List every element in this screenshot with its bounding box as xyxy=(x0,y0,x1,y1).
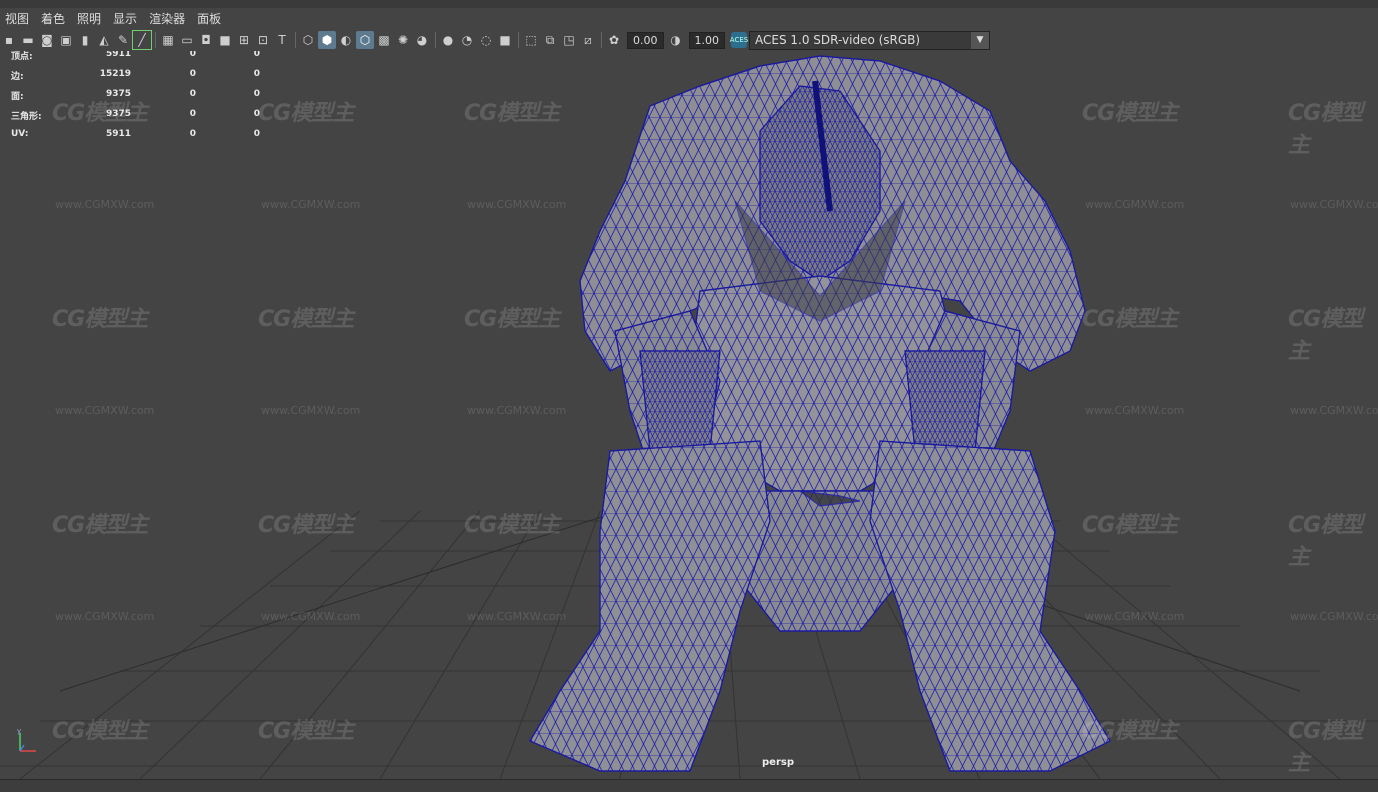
depth-of-field-icon[interactable]: ■ xyxy=(496,31,514,49)
hud-label: 三角形: xyxy=(11,112,42,122)
xray-joints-icon[interactable]: ◳ xyxy=(560,31,578,49)
grease-pencil-icon[interactable]: ✎ xyxy=(114,31,132,49)
toolbar-divider xyxy=(295,32,296,48)
safe-title-icon[interactable]: T xyxy=(273,31,291,49)
use-all-lights-icon[interactable]: ✺ xyxy=(394,31,412,49)
xray-icon[interactable]: ⧉ xyxy=(541,31,559,49)
menu-shading[interactable]: 着色 xyxy=(36,10,72,27)
wireframe-on-shaded-icon[interactable]: ⬡ xyxy=(356,31,374,49)
hud-value: 9375 xyxy=(105,89,131,99)
toolbar-divider xyxy=(155,32,156,48)
hud-value: 5911 xyxy=(105,129,131,139)
hud-row-faces: 面: 9375 0 0 xyxy=(11,89,260,103)
hud-label: 边: xyxy=(11,72,24,82)
camera-name-label: persp xyxy=(762,757,794,768)
hud-row-vertices: 顶点: 5911 0 0 xyxy=(11,51,260,63)
camera-attributes-icon[interactable]: ▬ xyxy=(19,31,37,49)
view-transform-dropdown[interactable]: ACES 1.0 SDR-video (sRGB) ▼ xyxy=(749,30,990,50)
film-gate-icon[interactable]: ▭ xyxy=(178,31,196,49)
hud-label: UV: xyxy=(11,129,29,139)
resolution-gate-icon[interactable]: ◘ xyxy=(197,31,215,49)
perspective-viewport[interactable]: CG模型主 CG模型主 CG模型主 CG模型主 CG模型主 CG模型主 CG模型… xyxy=(0,51,1378,779)
wireframe-icon[interactable]: ⬡ xyxy=(299,31,317,49)
safe-action-icon[interactable]: ⊡ xyxy=(254,31,272,49)
view-transform-value: ACES 1.0 SDR-video (sRGB) xyxy=(755,33,921,47)
hud-label: 面: xyxy=(11,92,24,102)
exposure-icon[interactable]: ✿ xyxy=(605,31,623,49)
gamma-field[interactable]: 1.00 xyxy=(688,31,725,49)
viewport-scene xyxy=(0,55,1378,779)
exposure-field[interactable]: 0.00 xyxy=(627,31,664,49)
creature-mesh xyxy=(529,55,1111,772)
textured-icon[interactable]: ▩ xyxy=(375,31,393,49)
two-d-pan-zoom-icon[interactable]: ╱ xyxy=(132,30,152,50)
hud-row-triangles: 三角形: 9375 0 0 xyxy=(11,109,260,123)
hud-value: 15219 xyxy=(99,69,131,79)
toolbar-divider xyxy=(435,32,436,48)
window-bottom-strip xyxy=(0,779,1378,792)
menu-show[interactable]: 显示 xyxy=(108,10,144,27)
hud-row-edges: 边: 15219 0 0 xyxy=(11,69,260,83)
hud-value: 0 xyxy=(253,69,260,79)
field-chart-icon[interactable]: ⊞ xyxy=(235,31,253,49)
bookmark-icon[interactable]: ◙ xyxy=(38,31,56,49)
select-camera-icon[interactable]: ▪ xyxy=(0,31,18,49)
xray-active-components-icon[interactable]: ⧄ xyxy=(579,31,597,49)
smooth-shade-icon[interactable]: ⬢ xyxy=(318,31,336,49)
isolate-select-icon[interactable]: ⬚ xyxy=(522,31,540,49)
hud-value: 0 xyxy=(189,89,196,99)
menu-renderer[interactable]: 渲染器 xyxy=(144,10,192,27)
gate-mask-icon[interactable]: ■ xyxy=(216,31,234,49)
screen-space-ao-icon[interactable]: ● xyxy=(439,31,457,49)
hud-value: 5911 xyxy=(105,51,131,59)
menu-lighting[interactable]: 照明 xyxy=(72,10,108,27)
menu-view[interactable]: 视图 xyxy=(0,10,36,27)
image-plane-icon[interactable]: ◭ xyxy=(95,31,113,49)
svg-text:y: y xyxy=(17,727,21,735)
hud-value: 0 xyxy=(253,129,260,139)
hud-value: 0 xyxy=(253,89,260,99)
hud-label: 顶点: xyxy=(11,52,33,62)
gamma-icon[interactable]: ◑ xyxy=(667,31,685,49)
hud-value: 0 xyxy=(189,129,196,139)
shadows-icon[interactable]: ◕ xyxy=(413,31,431,49)
multisample-aa-icon[interactable]: ◌ xyxy=(477,31,495,49)
hud-row-uvs: UV: 5911 0 0 xyxy=(11,129,260,143)
hud-value: 9375 xyxy=(105,109,131,119)
hud-value: 0 xyxy=(189,51,196,59)
axis-gizmo-icon: y xyxy=(17,727,36,752)
hud-value: 0 xyxy=(253,109,260,119)
hud-value: 0 xyxy=(253,51,260,59)
hud-value: 0 xyxy=(189,69,196,79)
toolbar-divider xyxy=(601,32,602,48)
grid-toggle-icon[interactable]: ▦ xyxy=(159,31,177,49)
view-transform-icon[interactable]: ACES xyxy=(730,32,748,48)
camera-lock-icon[interactable]: ▣ xyxy=(57,31,75,49)
panel-menu-bar: 视图 着色 照明 显示 渲染器 面板 xyxy=(0,8,1378,29)
menu-panels[interactable]: 面板 xyxy=(192,10,228,27)
bookmark-flag-icon[interactable]: ▮ xyxy=(76,31,94,49)
default-material-icon[interactable]: ◐ xyxy=(337,31,355,49)
motion-blur-icon[interactable]: ◔ xyxy=(458,31,476,49)
hud-value: 0 xyxy=(189,109,196,119)
panel-toolbar: ▪ ▬ ◙ ▣ ▮ ◭ ✎ ╱ ▦ ▭ ◘ ■ ⊞ ⊡ T ⬡ ⬢ ◐ ⬡ ▩ … xyxy=(0,29,1378,52)
chevron-down-icon[interactable]: ▼ xyxy=(971,31,989,49)
toolbar-divider xyxy=(518,32,519,48)
